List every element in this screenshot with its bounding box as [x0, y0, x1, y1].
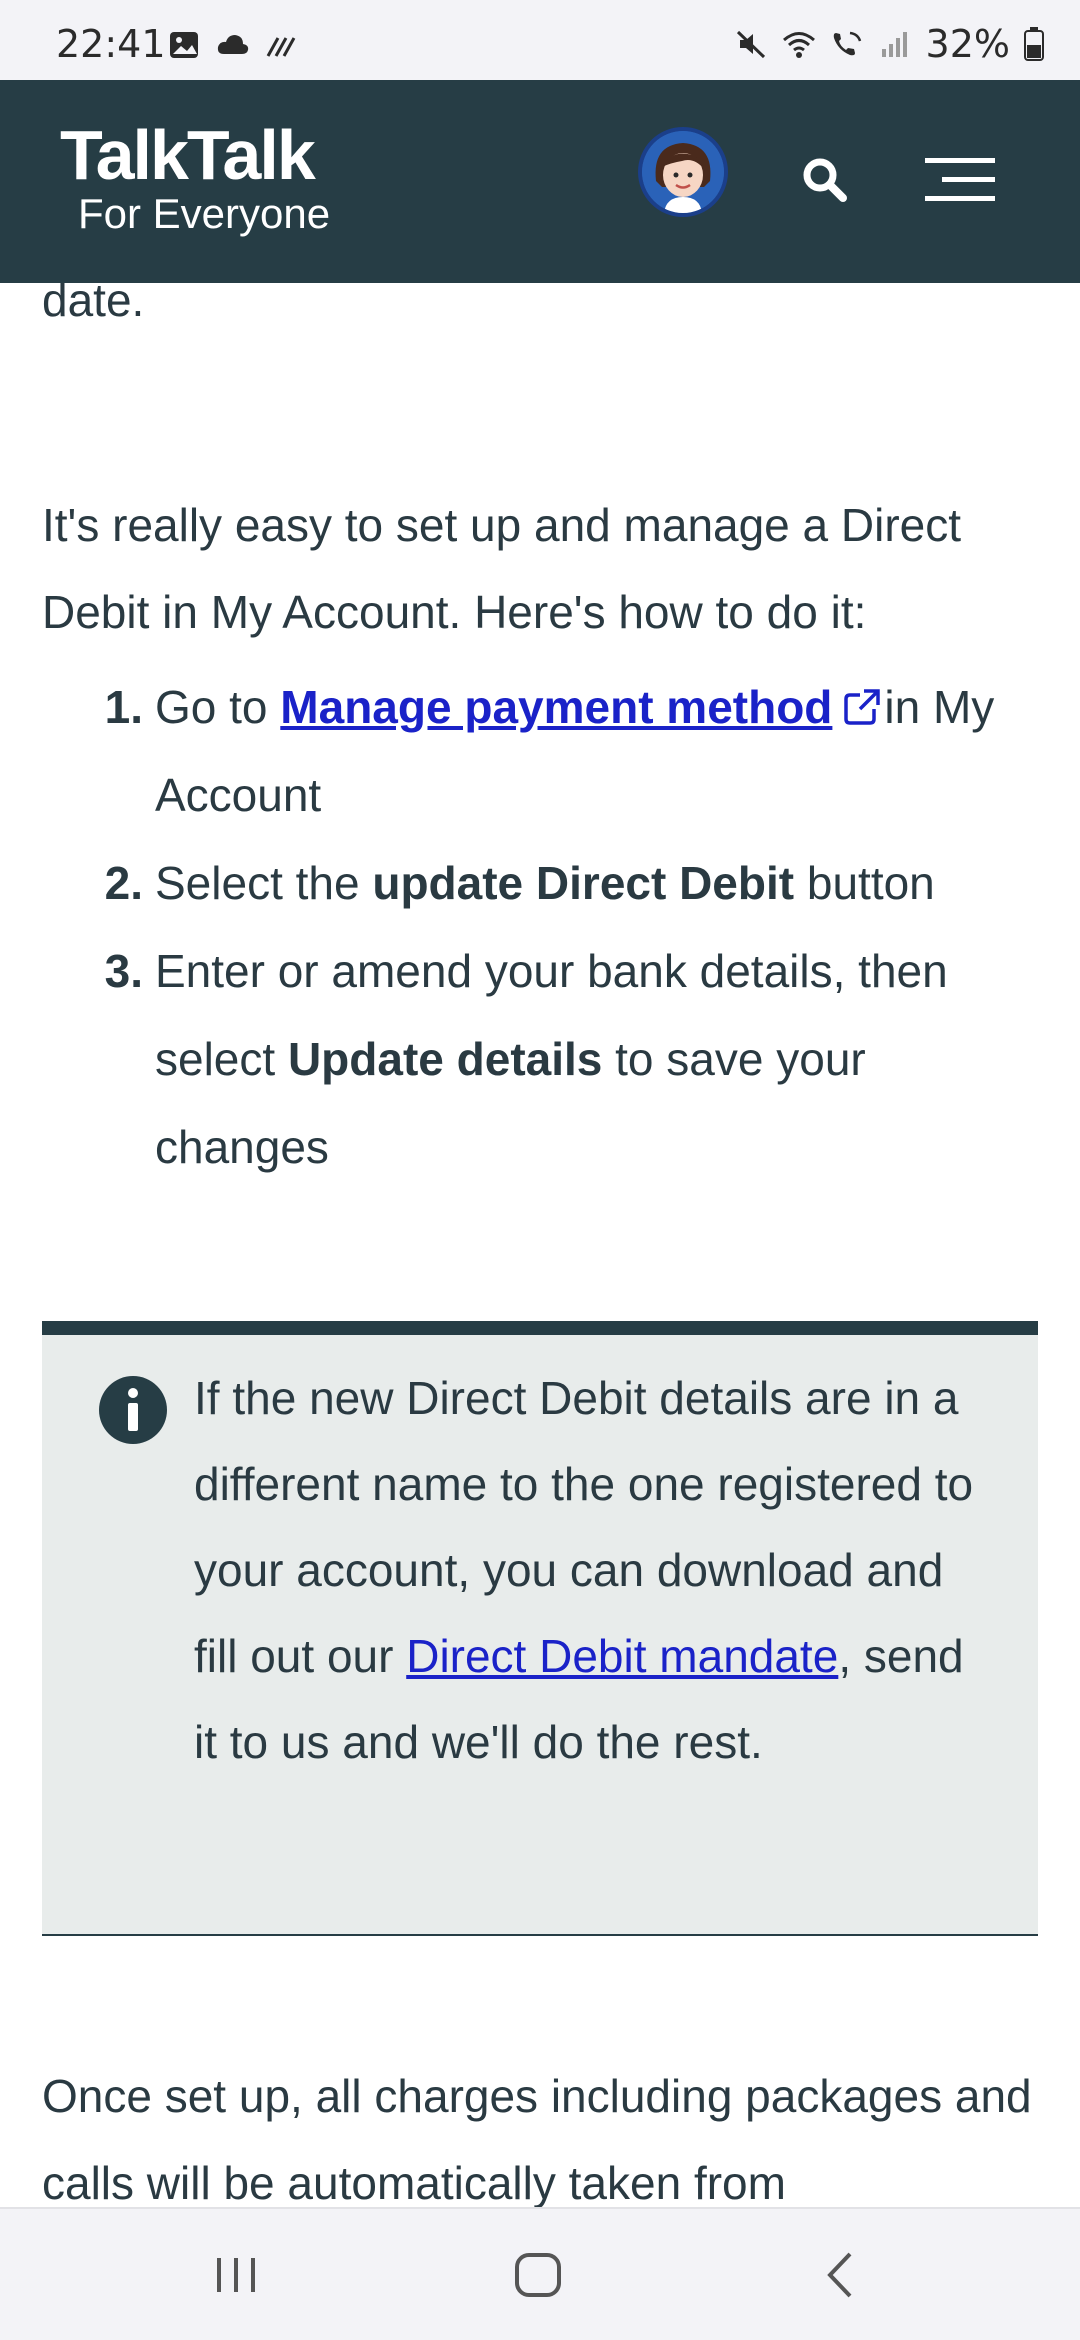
gallery-icon	[170, 32, 198, 58]
talktalk-logo[interactable]: TalkTalk For Everyone	[60, 120, 330, 238]
step-text: Go to Manage payment method in My Account	[155, 663, 1042, 839]
recent-apps-icon[interactable]	[201, 2244, 271, 2304]
mute-icon	[736, 30, 765, 59]
battery-percent: 32%	[925, 22, 1010, 66]
status-right: 32%	[734, 22, 1044, 66]
hamburger-menu-icon[interactable]	[920, 150, 1000, 210]
logo-tagline: For Everyone	[78, 190, 331, 237]
step-text-pre: Go to	[155, 681, 281, 733]
manage-payment-method-link[interactable]: Manage payment method	[280, 681, 832, 733]
bottom-paragraph: Once set up, all charges including packa…	[42, 2070, 1032, 2207]
info-icon	[99, 1376, 167, 1444]
step-text: Select the update Direct Debit button	[155, 839, 1042, 927]
step-text: Enter or amend your bank details, then s…	[155, 927, 1042, 1191]
step-number: 3.	[104, 945, 143, 997]
partial-paragraph-top: date.	[42, 283, 145, 326]
step-number: 2.	[104, 857, 143, 909]
list-item: 2. Select the update Direct Debit button	[42, 839, 1042, 927]
system-nav-bar	[0, 2207, 1080, 2340]
sync-icon	[266, 37, 296, 57]
intro-paragraph: It's really easy to set up and manage a …	[42, 499, 962, 638]
cloud-icon	[217, 35, 249, 54]
signal-icon	[881, 32, 907, 57]
site-header: TalkTalk For Everyone	[0, 80, 1080, 283]
info-text: If the new Direct Debit details are in a…	[194, 1355, 994, 1785]
battery-icon	[1024, 27, 1044, 61]
search-icon[interactable]	[795, 150, 855, 210]
status-time: 22:41	[56, 22, 166, 66]
status-notification-icons	[168, 30, 298, 60]
list-item: 3. Enter or amend your bank details, the…	[42, 927, 1042, 1191]
article-content: date. It's really easy to set up and man…	[0, 283, 1080, 2207]
avatar-icon	[642, 131, 724, 213]
step-number: 1.	[104, 681, 143, 733]
user-avatar-button[interactable]	[638, 127, 728, 217]
step-text-pre: Select the	[155, 857, 373, 909]
home-icon[interactable]	[503, 2244, 573, 2304]
logo-main-text: TalkTalk	[60, 116, 316, 194]
step-bold-text: Update details	[287, 1033, 603, 1085]
wifi-icon	[782, 32, 815, 58]
direct-debit-mandate-link[interactable]: Direct Debit mandate	[406, 1630, 838, 1682]
back-icon[interactable]	[806, 2244, 876, 2304]
wifi-calling-icon	[833, 31, 861, 56]
step-bold-text: update Direct Debit	[372, 857, 795, 909]
steps-list: 1. Go to Manage payment method in My Acco…	[42, 663, 1042, 1191]
list-item: 1. Go to Manage payment method in My Acco…	[42, 663, 1042, 839]
status-bar: 22:41 32%	[0, 0, 1080, 80]
info-callout: If the new Direct Debit details are in a…	[42, 1321, 1038, 1936]
step-text-post: button	[794, 857, 935, 909]
external-link-icon	[844, 689, 881, 725]
